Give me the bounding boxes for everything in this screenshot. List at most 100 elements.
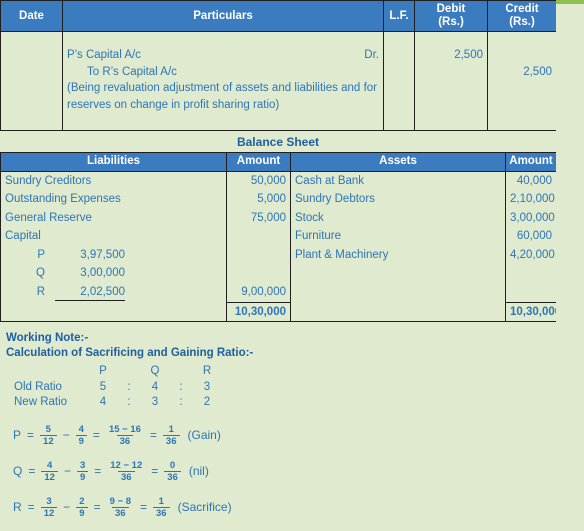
balance-sheet-title: Balance Sheet <box>236 135 320 150</box>
equation-q-fraction-4: 0 36 <box>164 460 181 483</box>
asset-amount-filler <box>505 264 557 283</box>
numerator: 1 <box>168 423 174 435</box>
ratio-separator: : <box>179 396 183 409</box>
equation-p-equals-3: = <box>149 428 157 443</box>
partner-amount-q: 3,00,000 <box>80 267 125 280</box>
equation-p-equals-2: = <box>92 428 100 443</box>
debit-label: Debit <box>436 3 466 15</box>
capital-partner-row-q: Q 3,00,000 <box>0 264 227 283</box>
column-header-assets: Assets <box>290 152 506 172</box>
asset-filler <box>290 264 506 283</box>
denominator: 9 <box>75 434 87 447</box>
liability-amount: 75,000 <box>226 208 291 228</box>
column-header-amount-assets: Amount <box>505 152 557 172</box>
equation-r-partner: R <box>13 500 22 515</box>
numerator: 3 <box>46 495 52 507</box>
denominator: 12 <box>40 434 57 447</box>
new-ratio-p: 4 <box>99 396 107 409</box>
column-header-date: Date <box>0 0 63 33</box>
ratio-header-row: P Q R <box>6 364 222 380</box>
accent-strip <box>556 0 584 4</box>
entry-lf-cell <box>383 31 415 132</box>
equation-q-equals-1: = <box>28 464 36 479</box>
numerator: 9 − 8 <box>109 495 131 507</box>
equation-p-minus: − <box>62 428 70 443</box>
table-row: R 2,02,500 9,00,000 <box>0 282 557 303</box>
numerator: 1 <box>158 495 164 507</box>
new-ratio-r: 2 <box>203 396 211 409</box>
table-row: Capital Furniture 60,000 <box>0 227 557 246</box>
column-header-particulars: Particulars <box>62 0 384 33</box>
denominator: 12 <box>40 506 58 519</box>
partner-header-q: Q <box>150 365 160 378</box>
equation-p-equals-1: = <box>27 428 35 443</box>
equation-p-partner: P <box>13 428 22 443</box>
asset-label: Furniture <box>290 227 506 246</box>
column-header-lf: L.F. <box>383 0 415 33</box>
numerator: 2 <box>79 495 85 507</box>
denominator: 36 <box>117 470 135 483</box>
old-ratio-p: 5 <box>99 380 107 393</box>
asset-label: Sundry Debtors <box>290 190 506 209</box>
entry-debit-amount: 2,500 <box>454 49 483 62</box>
liability-amount: 5,000 <box>226 190 291 209</box>
old-ratio-q: 4 <box>151 380 159 393</box>
equation-r-fraction-1: 3 12 <box>40 495 58 519</box>
liability-amount: 50,000 <box>226 170 291 191</box>
equation-r-equals-3: = <box>140 500 148 515</box>
equation-r-result: (Sacrifice) <box>177 500 232 515</box>
table-row: Sundry Creditors 50,000 Cash at Bank 40,… <box>0 170 557 191</box>
liability-label: General Reserve <box>0 208 227 228</box>
equation-r-fraction-3: 9 − 8 36 <box>107 496 134 519</box>
working-note-subheading: Calculation of Sacrificing and Gaining R… <box>6 347 254 360</box>
capital-partner-row-r: R 2,02,500 <box>0 282 227 303</box>
partner-name-q: Q <box>36 267 45 280</box>
equation-q-fraction-2: 3 9 <box>76 460 89 483</box>
dr-marker: Dr. <box>364 49 379 62</box>
equation-p-result: (Gain) <box>187 428 221 443</box>
capital-subtotal-blank <box>226 264 291 283</box>
denominator: 36 <box>112 506 129 519</box>
total-liabilities: 10,30,000 <box>226 301 291 323</box>
capital-amount-blank <box>226 227 291 246</box>
equation-p: P = 5 12 − 4 9 = 15 − 16 36 = 1 36 (Gain… <box>10 424 556 447</box>
denominator: 9 <box>76 470 89 483</box>
journal-header-row: Date Particulars L.F. Debit (Rs.) Credit… <box>0 0 557 33</box>
column-header-credit: Credit (Rs.) <box>487 0 557 33</box>
total-label-blank <box>0 302 227 323</box>
ratio-row-label-blank <box>6 364 88 380</box>
ratio-separator: : <box>179 380 183 393</box>
balance-sheet-table: Liabilities Amount Assets Amount Sundry … <box>0 152 561 323</box>
table-row: Q 3,00,000 <box>0 264 557 283</box>
capital-label: Capital <box>0 227 227 246</box>
equation-r-fraction-2: 2 9 <box>76 495 88 519</box>
equation-q-fraction-3: 12 − 12 36 <box>107 460 145 483</box>
equation-p-fraction-3: 15 − 16 36 <box>106 424 144 447</box>
numerator: 4 <box>47 459 53 471</box>
right-margin-rail <box>556 0 584 531</box>
denominator: 36 <box>116 434 134 447</box>
equation-q-minus: − <box>63 464 71 479</box>
entry-particulars-cell: Dr. P’s Capital A/c To R’s Capital A/c (… <box>62 31 384 132</box>
numerator: 15 − 16 <box>108 423 141 435</box>
partner-header-r: R <box>202 365 212 378</box>
equation-q-equals-2: = <box>94 464 102 479</box>
denominator: 36 <box>164 470 181 483</box>
equation-r-minus: − <box>63 500 71 515</box>
liability-label: Sundry Creditors <box>0 170 227 191</box>
document-sheet: Date Particulars L.F. Debit (Rs.) Credit… <box>0 0 561 531</box>
asset-filler <box>290 282 506 303</box>
credit-label: Credit <box>505 3 539 15</box>
equation-p-fraction-4: 1 36 <box>162 423 180 447</box>
numerator: 4 <box>78 423 84 435</box>
equation-r-equals-1: = <box>27 500 35 515</box>
total-assets: 10,30,000 <box>505 301 561 323</box>
debit-unit: (Rs.) <box>438 16 464 29</box>
asset-amount: 3,00,000 <box>505 208 557 228</box>
new-ratio-row: New Ratio 4 : 3 : 2 <box>6 395 222 411</box>
ratio-separator: : <box>127 380 131 393</box>
ratio-table: P Q R Old Ratio 5 : 4 : 3 New Ratio 4 : … <box>6 364 222 411</box>
entry-credit-account-line: To R’s Capital A/c <box>87 65 177 78</box>
partner-header-p: P <box>99 365 107 378</box>
asset-label: Stock <box>290 208 506 228</box>
